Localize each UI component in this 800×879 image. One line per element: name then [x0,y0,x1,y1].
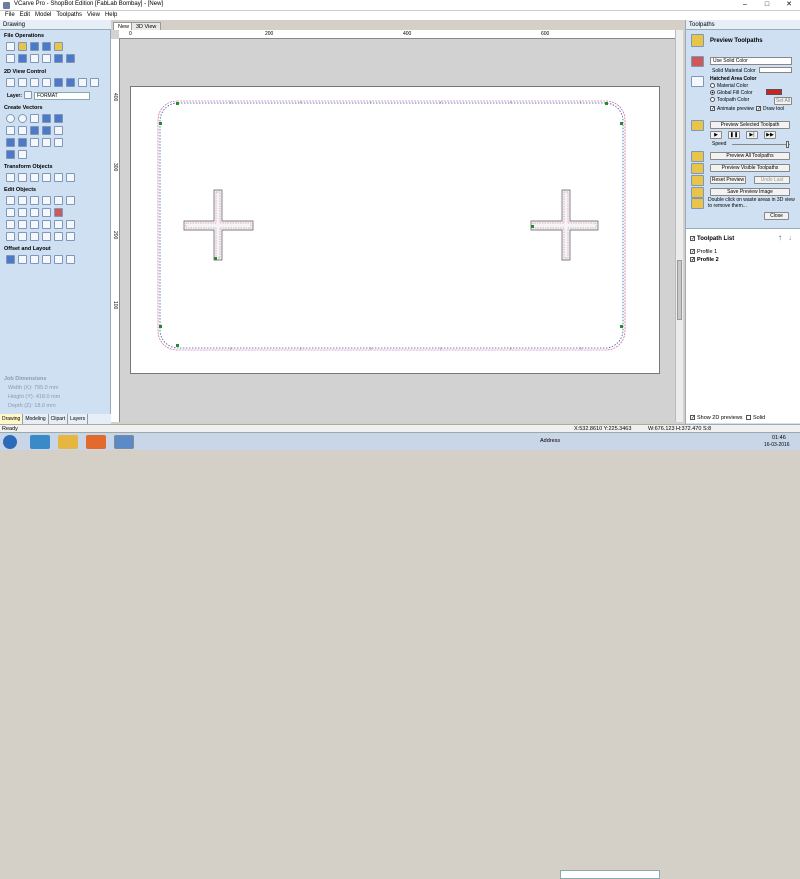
firefox-icon[interactable] [86,435,106,449]
preview-toolpaths-icon [691,34,704,47]
radio-material-label: Material Color [717,83,749,89]
preview-selected-icon [691,120,704,131]
address-input[interactable] [560,870,660,879]
move-down-icon[interactable]: ↓ [788,233,796,243]
play-button[interactable]: ▶ [710,131,722,139]
direction-arrows: ‹ ‹ ‹ ‹ ‹ ‹ › › › › › › [230,100,582,352]
toolpath-row[interactable]: ✓ Profile 2 [690,257,719,263]
toolpath-list-area: ✓ Toolpath List ↑ ↓ ✓ Profile 1 ✓ Profile 2… [686,228,800,423]
reset-preview-button[interactable]: Reset Preview [710,176,746,184]
svg-text:›: › [230,346,232,352]
node-marker [214,257,217,260]
taskbar: Address 01:46 16-03-2016 [0,432,800,879]
solid-checkbox[interactable] [746,415,751,421]
node-marker [176,344,179,347]
start-icon[interactable] [3,435,17,449]
node-marker [531,225,534,228]
address-label: Address [540,438,561,444]
fill-color-swatch[interactable] [766,89,782,95]
radio-global-label: Global Fill Color [717,90,753,96]
show-2d-label: Show 2D previews [697,415,743,421]
draw-tool-label: Draw tool [763,106,785,112]
step-button[interactable]: ▶| [746,131,758,139]
svg-text:‹: ‹ [580,100,582,106]
save-preview-image-button[interactable]: Save Preview Image [710,188,790,196]
clock-time: 01:46 [772,435,786,441]
toolpath-list-title: Toolpath List [697,236,735,243]
solid-color-picker[interactable] [759,67,792,73]
toolpath-checkbox[interactable]: ✓ [690,257,695,263]
hatch-icon [691,76,704,87]
svg-text:›: › [580,346,582,352]
svg-text:›: › [370,346,372,352]
animate-checkbox[interactable]: ✓ [710,106,715,112]
preview-selected-button[interactable]: Preview Selected Toolpath [710,121,790,129]
clock-date: 16-03-2016 [764,442,790,448]
explorer-icon[interactable] [58,435,78,449]
svg-text:›: › [440,346,442,352]
radio-toolpath-color[interactable] [710,97,715,103]
toolpath-row[interactable]: ✓ Profile 1 [690,249,717,255]
end-button[interactable]: ▶▶ [764,131,776,139]
close-panel-button[interactable]: Close [764,212,789,220]
set-all-button[interactable]: Set All [774,97,792,105]
color-mode-select[interactable]: Use Solid Color [710,57,792,65]
node-marker [176,102,179,105]
save-preview-icon [691,187,704,198]
scrollbar-thumb[interactable] [677,260,682,320]
material-color-icon [691,56,704,67]
node-marker [620,325,623,328]
node-marker [159,122,162,125]
radio-toolpath-label: Toolpath Color [717,97,750,103]
node-marker [605,102,608,105]
toolpath-name: Profile 1 [697,249,718,255]
svg-text:‹: ‹ [370,100,372,106]
toolpath-name: Profile 2 [697,257,719,263]
vcarve-icon[interactable] [114,435,134,449]
solid-color-label: Solid Material Color [712,68,756,74]
move-up-icon[interactable]: ↑ [778,233,786,243]
preview-visible-button[interactable]: Preview Visible Toolpaths [710,164,790,172]
panel-header: Toolpaths [686,20,800,30]
speed-label: Speed [712,141,727,147]
toolpaths-panel: Toolpaths Preview Toolpaths Use Solid Co… [685,20,800,424]
status-bar: Ready X:532.8610 Y:225.3463 W:676.123 H:… [0,424,800,432]
preview-title: Preview Toolpaths [710,38,763,44]
waste-area-icon [691,198,704,209]
reset-preview-icon [691,175,704,186]
toolpath-checkbox[interactable]: ✓ [690,249,695,255]
node-marker [159,325,162,328]
preview-visible-icon [691,163,704,174]
solid-label: Solid [753,415,766,421]
speed-slider-thumb[interactable] [786,141,789,148]
right-cross-shape [530,189,599,261]
waste-hint: Double click on waste areas in 3D view t… [708,197,795,209]
hatched-area-label: Hatched Area Color [710,76,757,82]
radio-material-color[interactable] [710,83,715,89]
svg-text:›: › [510,346,512,352]
radio-global-fill[interactable] [710,90,715,96]
show-2d-checkbox[interactable]: ✓ [690,415,695,421]
preview-all-button[interactable]: Preview All Toolpaths [710,152,790,160]
ie-icon[interactable] [30,435,50,449]
draw-tool-checkbox[interactable]: ✓ [756,106,761,112]
vertical-scrollbar[interactable] [675,30,683,422]
undo-last-button[interactable]: Undo Last [754,176,790,184]
animate-label: Animate preview [717,106,754,112]
node-marker [620,122,623,125]
preview-all-icon [691,151,704,162]
left-cross-shape [183,189,254,261]
speed-slider[interactable] [732,144,790,145]
pause-button[interactable]: ❚❚ [728,131,740,139]
svg-text:›: › [300,346,302,352]
list-toggle-checkbox[interactable]: ✓ [690,236,695,242]
